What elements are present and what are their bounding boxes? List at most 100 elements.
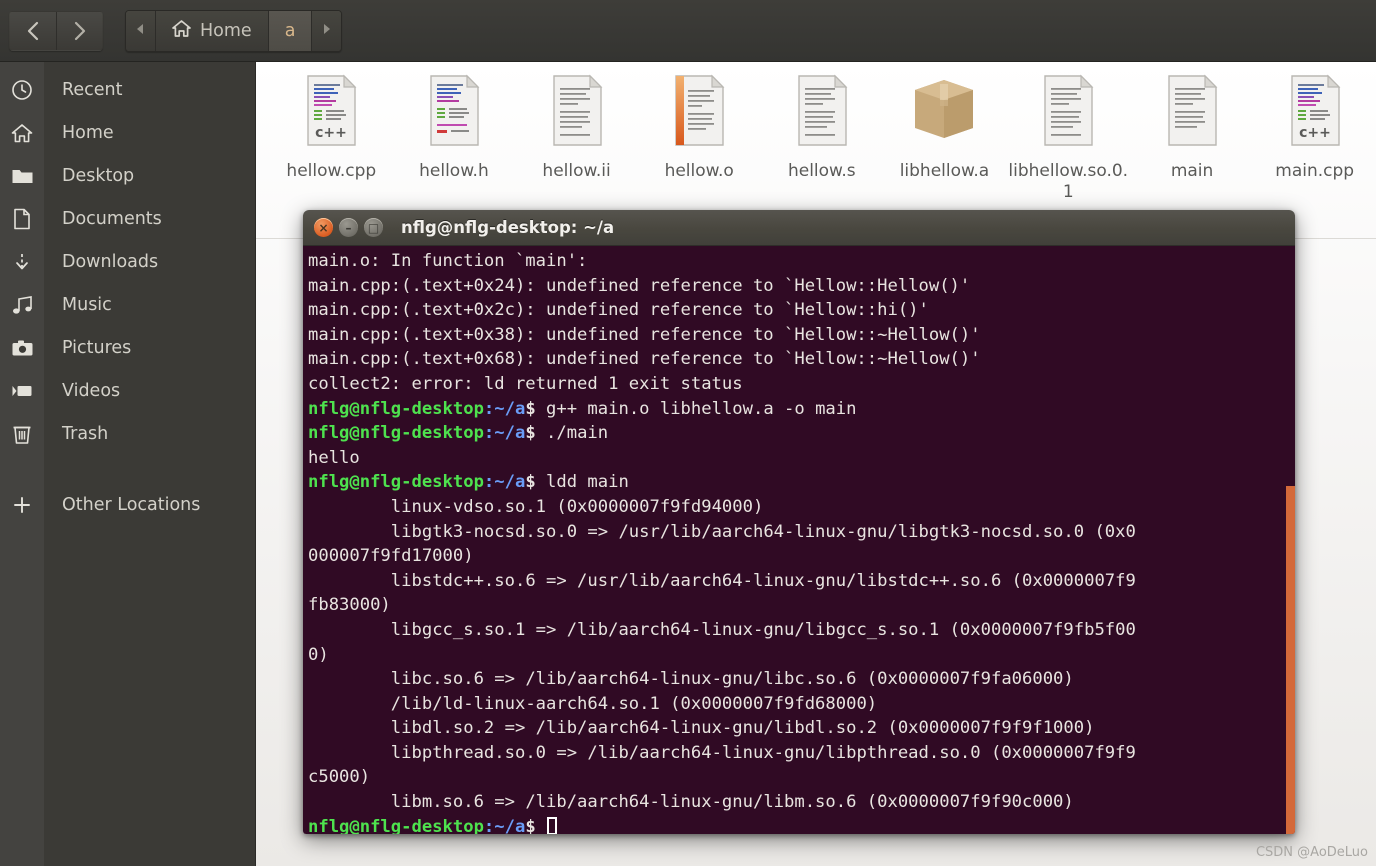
terminal-line: hello	[308, 447, 360, 468]
file-item[interactable]: hellow.s	[761, 70, 884, 204]
file-item[interactable]: c++ hellow.cpp	[270, 70, 393, 204]
triangle-left-icon	[136, 23, 145, 38]
text-file-icon	[761, 74, 884, 160]
terminal-line: main.cpp:(.text+0x24): undefined referen…	[308, 275, 971, 296]
text-file-icon	[1131, 74, 1254, 160]
terminal-line: libdl.so.2 => /lib/aarch64-linux-gnu/lib…	[308, 718, 1095, 739]
music-note-icon	[0, 283, 44, 326]
trash-icon	[0, 412, 44, 455]
terminal-prompt-path: :~/a	[483, 423, 526, 444]
header-source-file-icon	[393, 74, 516, 160]
terminal-line: nflg@nflg-desktop:~/a$	[307, 815, 1295, 834]
terminal-title: nflg@nflg-desktop: ~/a	[401, 218, 615, 237]
terminal-line: libstdc++.so.6 => /usr/lib/aarch64-linux…	[308, 570, 1136, 591]
terminal-line: libgcc_s.so.1 => /lib/aarch64-linux-gnu/…	[308, 619, 1136, 640]
terminal-cursor	[547, 816, 558, 834]
folder-icon	[0, 154, 44, 197]
clock-icon	[0, 68, 44, 111]
file-item[interactable]: hellow.ii	[515, 70, 638, 204]
breadcrumb: Home a	[125, 9, 343, 52]
terminal-prompt-sign: $	[525, 816, 547, 834]
file-name: hellow.cpp	[286, 161, 377, 181]
file-item[interactable]: main	[1131, 70, 1254, 204]
terminal-output[interactable]: main.o: In function `main': main.cpp:(.te…	[303, 246, 1295, 834]
terminal-prompt-sign: $	[525, 398, 547, 419]
text-file-icon	[515, 74, 638, 160]
terminal-prompt-sign: $	[525, 472, 547, 493]
object-file-icon	[638, 74, 761, 160]
plus-icon	[0, 483, 44, 526]
sidebar-item-documents[interactable]: Documents	[0, 197, 255, 240]
sidebar-item-recent[interactable]: Recent	[0, 68, 255, 111]
terminal-command: ldd main	[546, 472, 629, 493]
svg-text:c++: c++	[1299, 125, 1331, 141]
terminal-prompt-path: :~/a	[483, 472, 526, 493]
terminal-prompt-user: nflg@nflg-desktop	[308, 398, 484, 419]
chevron-left-icon	[25, 20, 41, 42]
sidebar-item-label: Desktop	[62, 165, 135, 186]
sidebar-item-downloads[interactable]: Downloads	[0, 240, 255, 283]
document-icon	[0, 197, 44, 240]
sidebar-item-label: Videos	[62, 380, 121, 401]
breadcrumb-item-a[interactable]: a	[267, 10, 312, 51]
forward-button[interactable]	[56, 11, 102, 50]
breadcrumb-scroll-right[interactable]	[311, 10, 342, 51]
sidebar-item-pictures[interactable]: Pictures	[0, 326, 255, 369]
file-name: hellow.h	[419, 161, 489, 181]
breadcrumb-label: a	[284, 20, 296, 41]
terminal-line: c5000)	[308, 767, 371, 788]
file-name: hellow.ii	[542, 161, 611, 181]
terminal-command: ./main	[546, 423, 609, 444]
chevron-right-icon	[72, 20, 88, 42]
sidebar-item-label: Other Locations	[62, 494, 201, 515]
file-name: hellow.o	[664, 161, 734, 181]
file-item[interactable]: c++ main.cpp	[1253, 70, 1376, 204]
terminal-line: collect2: error: ld returned 1 exit stat…	[308, 373, 743, 394]
minimize-icon: –	[345, 220, 352, 235]
sidebar-item-other-locations[interactable]: Other Locations	[0, 483, 255, 526]
terminal-line: 000007f9fd17000)	[308, 546, 474, 567]
maximize-button[interactable]: □	[364, 218, 383, 237]
download-arrow-icon	[0, 240, 44, 283]
terminal-line: main.cpp:(.text+0x38): undefined referen…	[308, 324, 981, 345]
file-item[interactable]: libhellow.a	[883, 70, 1006, 204]
minimize-button[interactable]: –	[339, 218, 358, 237]
file-name: main.cpp	[1275, 161, 1355, 181]
camera-icon	[0, 326, 44, 369]
breadcrumb-item-home[interactable]: Home	[155, 10, 268, 51]
file-name: libhellow.so.0.1	[1008, 161, 1129, 203]
terminal-line: libpthread.so.0 => /lib/aarch64-linux-gn…	[308, 742, 1136, 763]
sidebar-item-desktop[interactable]: Desktop	[0, 154, 255, 197]
terminal-prompt-path: :~/a	[483, 816, 526, 834]
svg-text:c++: c++	[315, 125, 347, 141]
sidebar-item-label: Documents	[62, 208, 162, 229]
breadcrumb-scroll-left[interactable]	[126, 10, 155, 51]
terminal-prompt-user: nflg@nflg-desktop	[308, 472, 484, 493]
sidebar-item-home[interactable]: Home	[0, 111, 255, 154]
terminal-title-bar[interactable]: × – □ nflg@nflg-desktop: ~/a	[303, 210, 1295, 246]
terminal-line: 0)	[308, 644, 329, 665]
watermark: CSDN @AoDeLuo	[1255, 845, 1368, 860]
file-item[interactable]: hellow.h	[393, 70, 516, 204]
terminal-line: main.cpp:(.text+0x2c): undefined referen…	[308, 300, 929, 321]
terminal-prompt-path: :~/a	[483, 398, 526, 419]
file-item[interactable]: hellow.o	[638, 70, 761, 204]
close-button[interactable]: ×	[314, 218, 333, 237]
terminal-scrollbar[interactable]	[1286, 486, 1295, 834]
sidebar-item-label: Trash	[62, 423, 109, 444]
sidebar-item-trash[interactable]: Trash	[0, 412, 255, 455]
terminal-prompt-user: nflg@nflg-desktop	[308, 423, 484, 444]
home-icon	[0, 111, 44, 154]
sidebar-item-videos[interactable]: Videos	[0, 369, 255, 412]
cpp-source-file-icon: c++	[1253, 74, 1376, 160]
terminal-prompt-sign: $	[525, 423, 547, 444]
terminal-window[interactable]: × – □ nflg@nflg-desktop: ~/a main.o: In …	[303, 210, 1295, 834]
terminal-line: main.cpp:(.text+0x68): undefined referen…	[308, 349, 981, 370]
file-item[interactable]: libhellow.so.0.1	[1006, 70, 1131, 204]
terminal-line: fb83000)	[308, 595, 391, 616]
close-icon: ×	[318, 220, 329, 235]
terminal-prompt-user: nflg@nflg-desktop	[308, 816, 484, 834]
sidebar-item-music[interactable]: Music	[0, 283, 255, 326]
back-button[interactable]	[10, 11, 56, 50]
sidebar-item-label: Music	[62, 294, 112, 315]
